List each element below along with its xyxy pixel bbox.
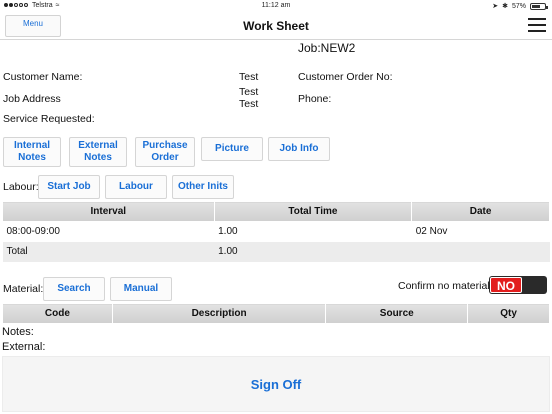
status-right: ➤ ✱ 57% [492, 2, 548, 10]
cell-total-date [412, 242, 550, 262]
status-time: 11:12 am [261, 2, 291, 9]
labour-table: Interval Total Time Date 08:00-09:00 1.0… [2, 201, 550, 262]
internal-notes-line2: Notes [18, 152, 46, 163]
material-col-description: Description [111, 303, 327, 324]
job-address-label: Job Address [3, 93, 61, 105]
nav-bar: Menu Work Sheet [0, 12, 552, 40]
labour-header-row: Interval Total Time Date [2, 201, 550, 222]
labour-button[interactable]: Labour [105, 175, 167, 199]
customer-order-label: Customer Order No: [298, 71, 393, 83]
purchase-order-button[interactable]: Purchase Order [135, 137, 195, 167]
labour-label: Labour: [3, 181, 39, 193]
customer-name-value: Test [239, 71, 259, 83]
external-notes-line2: Notes [84, 152, 112, 163]
cell-date: 02 Nov [415, 226, 448, 238]
service-requested-label: Service Requested: [3, 113, 95, 125]
external-notes-line1: External [78, 140, 118, 151]
cell-total-label: Total [6, 246, 28, 257]
confirm-no-material-label: Confirm no material [398, 280, 490, 292]
battery-percent: 57% [511, 2, 526, 10]
external-label: External: [2, 341, 46, 353]
table-row[interactable]: 08:00-09:00 1.00 02 Nov [2, 221, 550, 242]
location-icon: ➤ [492, 3, 499, 10]
job-address-line1: Test [239, 86, 259, 98]
hamburger-menu-icon[interactable] [528, 18, 546, 32]
material-header-row: Code Description Source Qty [2, 303, 550, 324]
material-table: Code Description Source Qty [2, 303, 550, 324]
job-number: Job:NEW2 [298, 41, 356, 55]
purchase-order-line2: Order [151, 152, 179, 163]
labour-col-date: Date [411, 201, 550, 222]
material-col-qty: Qty [467, 303, 550, 324]
table-row-total: Total 1.00 [2, 241, 550, 262]
internal-notes-button[interactable]: Internal Notes [3, 137, 61, 167]
bluetooth-icon: ✱ [502, 3, 508, 10]
picture-button[interactable]: Picture [201, 137, 263, 161]
labour-col-interval: Interval [2, 201, 215, 222]
internal-notes-line1: Internal [13, 140, 51, 151]
other-inits-button[interactable]: Other Inits [172, 175, 234, 199]
external-notes-button[interactable]: External Notes [69, 137, 127, 167]
start-job-button[interactable]: Start Job [38, 175, 100, 199]
cell-interval: 08:00-09:00 [6, 226, 60, 238]
labour-col-total-time: Total Time [213, 201, 413, 222]
battery-icon [530, 2, 548, 10]
job-address-line2: Test [239, 98, 259, 110]
customer-name-label: Customer Name: [3, 71, 83, 83]
search-button[interactable]: Search [43, 277, 105, 301]
material-col-source: Source [325, 303, 469, 324]
purchase-order-line1: Purchase [142, 140, 188, 151]
job-info-button[interactable]: Job Info [268, 137, 330, 161]
material-label: Material: [3, 283, 44, 295]
material-col-code: Code [2, 303, 113, 324]
cell-total-time: 1.00 [218, 246, 238, 257]
toggle-value: NO [490, 277, 522, 293]
confirm-no-material-toggle[interactable]: NO [489, 276, 547, 294]
manual-button[interactable]: Manual [110, 277, 172, 301]
phone-label: Phone: [298, 93, 332, 105]
notes-label: Notes: [2, 326, 34, 338]
sign-off-button[interactable]: Sign Off [2, 356, 550, 412]
page-title: Work Sheet [243, 19, 309, 33]
cell-total-time: 1.00 [218, 226, 238, 238]
status-bar: Telstra ≈ 11:12 am ➤ ✱ 57% [0, 0, 552, 12]
